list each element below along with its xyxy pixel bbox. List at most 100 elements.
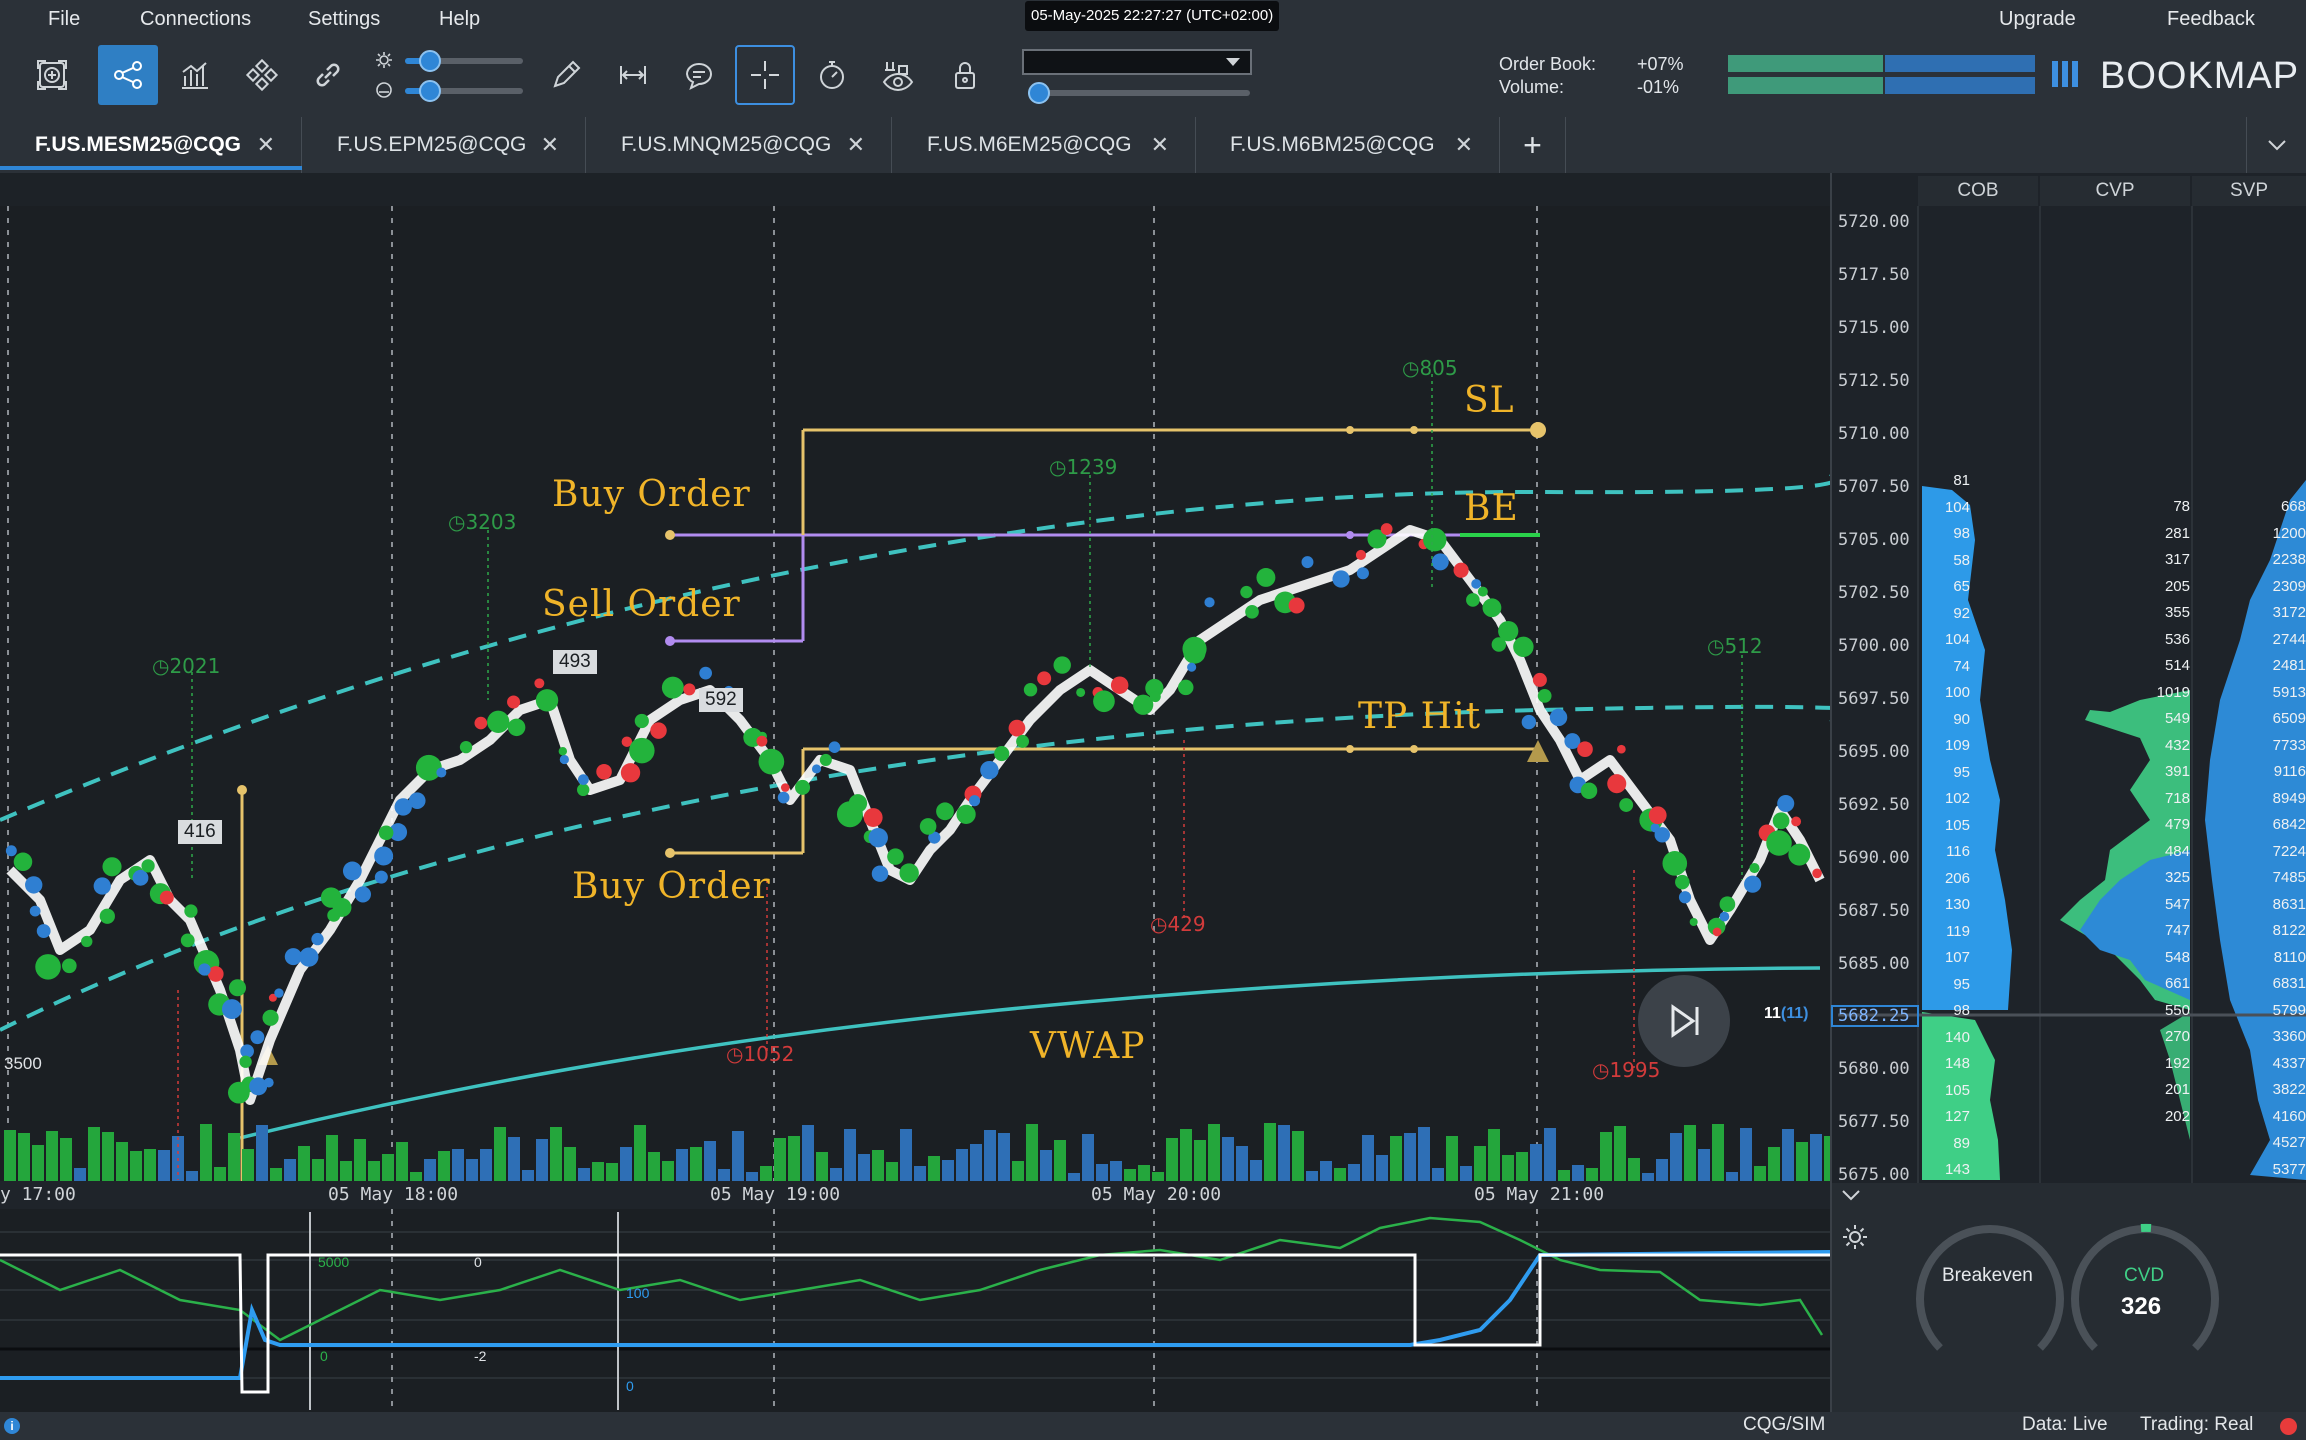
comment-icon[interactable] (669, 45, 729, 105)
cvp-header[interactable]: CVP (2040, 176, 2190, 206)
volume-bar (18, 1133, 30, 1181)
trade-dot (969, 795, 981, 807)
trade-dot (1482, 598, 1502, 618)
trading-status-icon (2280, 1418, 2297, 1435)
cob-header[interactable]: COB (1918, 176, 2038, 206)
info-icon[interactable]: i (4, 1418, 20, 1434)
lock-icon[interactable] (935, 45, 995, 105)
tab-mnqm25[interactable]: F.US.MNQM25@CQG ✕ (586, 117, 892, 173)
close-icon[interactable]: ✕ (257, 117, 275, 173)
crosshair-icon[interactable] (735, 45, 795, 105)
buy-order-label: Buy Order (552, 474, 751, 515)
menu-settings[interactable]: Settings (308, 8, 380, 31)
close-icon[interactable]: ✕ (847, 117, 865, 173)
replay-forward-button[interactable] (1638, 975, 1730, 1067)
trade-dot (780, 783, 790, 792)
feedback-link[interactable]: Feedback (2167, 8, 2255, 31)
trade-dot (558, 747, 568, 756)
volume-bar (256, 1125, 268, 1181)
close-icon[interactable]: ✕ (1455, 117, 1473, 173)
cob-value: 105 (1944, 816, 1970, 834)
trade-dot (534, 678, 545, 689)
tabs-dropdown[interactable] (2246, 117, 2306, 173)
cob-value: 95 (1953, 763, 1970, 781)
upgrade-link[interactable]: Upgrade (1999, 8, 2076, 31)
menu-help[interactable]: Help (439, 8, 480, 31)
trade-dot (415, 754, 442, 781)
eye-settings-icon[interactable] (868, 45, 928, 105)
trade-dot (1355, 549, 1366, 560)
cvp-value: 391 (2164, 763, 2190, 780)
volume-bar (1656, 1159, 1668, 1181)
svp-value: 2744 (2272, 630, 2306, 648)
trade-dot (1008, 719, 1026, 737)
volume-dot-label: ◷3203 (448, 510, 517, 534)
trade-dot (559, 754, 569, 765)
contrast-slider[interactable] (405, 80, 523, 102)
cob-value: 109 (1944, 737, 1970, 754)
link-icon[interactable] (298, 45, 358, 105)
cvp-value: 484 (2164, 842, 2190, 860)
volume-bar (1026, 1124, 1038, 1181)
share-icon[interactable] (98, 45, 158, 105)
chevron-down-icon[interactable] (1840, 1188, 1862, 1202)
timer-icon[interactable] (802, 45, 862, 105)
svp-value: 668 (2280, 498, 2306, 515)
trade-dot (1777, 794, 1795, 813)
tab-epm25[interactable]: F.US.EPM25@CQG ✕ (302, 117, 586, 173)
order-book-value: +07% (1637, 54, 1684, 74)
menu-file[interactable]: File (48, 8, 80, 31)
volume-bar (1586, 1168, 1598, 1181)
price-level-label: 5717.50 (1838, 265, 1910, 285)
strategies-icon[interactable] (232, 45, 292, 105)
volume-bar (452, 1149, 464, 1181)
price-level-label: 5680.00 (1838, 1059, 1910, 1079)
trade-dot (274, 988, 284, 998)
brightness-slider[interactable] (405, 50, 523, 72)
pencil-icon[interactable] (536, 45, 596, 105)
volume-bar (1264, 1123, 1276, 1181)
price-level-label: 5705.00 (1838, 530, 1910, 550)
breakeven-gauge (1916, 1225, 2064, 1351)
size-badge: 592 (699, 688, 743, 712)
svp-value: 7733 (2272, 736, 2306, 754)
volume-bar (74, 1168, 86, 1181)
volume-bar (592, 1162, 604, 1181)
pane-label: 100 (626, 1285, 650, 1301)
close-icon[interactable]: ✕ (1151, 117, 1169, 173)
add-chart-icon[interactable] (22, 45, 82, 105)
volume-bar (1306, 1171, 1318, 1181)
gear-icon[interactable] (1840, 1222, 1870, 1252)
volume-bar (116, 1142, 128, 1181)
tab-m6em25[interactable]: F.US.M6EM25@CQG ✕ (892, 117, 1196, 173)
trade-dot (507, 695, 521, 709)
tab-mesm25[interactable]: F.US.MESM25@CQG ✕ (0, 117, 302, 173)
trade-dot (1466, 593, 1480, 607)
instrument-select[interactable] (1022, 49, 1252, 75)
indicators-icon[interactable] (165, 45, 225, 105)
cob-value: 116 (1946, 843, 1970, 860)
cvp-value: 432 (2164, 736, 2190, 754)
cob-value: 206 (1944, 869, 1970, 887)
volume-bar (928, 1156, 940, 1181)
add-tab-icon[interactable]: + (1500, 117, 1566, 173)
menu-connections[interactable]: Connections (140, 8, 251, 31)
close-icon[interactable]: ✕ (541, 117, 559, 173)
trade-dot (1182, 636, 1207, 661)
svp-value: 3360 (2272, 1028, 2306, 1045)
trade-dot (1498, 620, 1519, 642)
trade-dot (5, 845, 17, 857)
vwap-label: VWAP (1030, 1026, 1146, 1067)
cob-value: 119 (1946, 922, 1970, 940)
measure-icon[interactable] (603, 45, 663, 105)
zoom-slider[interactable] (1028, 82, 1250, 104)
cvd-gauge-label: CVD (2124, 1265, 2165, 1286)
trade-dot (1678, 891, 1692, 904)
tab-m6bm25[interactable]: F.US.M6BM25@CQG ✕ (1196, 117, 1500, 173)
cob-value: 58 (1953, 551, 1970, 569)
svp-header[interactable]: SVP (2192, 176, 2306, 206)
cob-value: 65 (1953, 578, 1970, 595)
volume-bar (312, 1159, 324, 1181)
volume-bar (382, 1154, 394, 1181)
trade-dot (378, 825, 394, 841)
